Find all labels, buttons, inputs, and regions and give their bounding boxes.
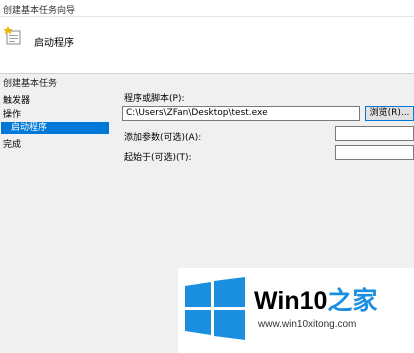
sidebar-item-label: 启动程序 — [11, 123, 48, 133]
browse-button[interactable]: 浏览(R)... — [365, 106, 414, 121]
title-bar: 创建基本任务向导 — [0, 0, 414, 17]
wizard-steps-sidebar: 创建基本任务 触发器 操作 启动程序 完成 — [0, 74, 114, 353]
sidebar-item-trigger[interactable]: 触发器 — [3, 93, 30, 106]
watermark-brand-accent: 之家 — [327, 287, 378, 315]
program-path-input[interactable]: C:\Users\ZFan\Desktop\test.exe — [122, 106, 360, 121]
args-label: 添加参数(可选)(A): — [124, 133, 202, 143]
task-wizard-icon — [4, 26, 21, 45]
args-input[interactable] — [335, 126, 414, 141]
page-title: 启动程序 — [34, 38, 74, 49]
start-in-input[interactable] — [335, 145, 414, 160]
sidebar-item-finish[interactable]: 完成 — [3, 137, 21, 150]
wizard-header: 启动程序 — [0, 17, 414, 74]
sidebar-item-action[interactable]: 操作 — [3, 107, 21, 120]
window-title: 创建基本任务向导 — [3, 6, 76, 16]
watermark-url: www.win10xitong.com — [258, 319, 357, 330]
windows-logo-icon — [185, 277, 245, 340]
sidebar-heading: 创建基本任务 — [3, 79, 58, 89]
watermark-brand-text: Win10 — [254, 287, 328, 315]
program-label: 程序或脚本(P): — [124, 94, 185, 104]
start-in-label: 起始于(可选)(T): — [124, 153, 192, 163]
watermark-brand: Win10之家 — [254, 281, 377, 317]
sidebar-item-start-program[interactable]: 启动程序 — [1, 122, 109, 134]
